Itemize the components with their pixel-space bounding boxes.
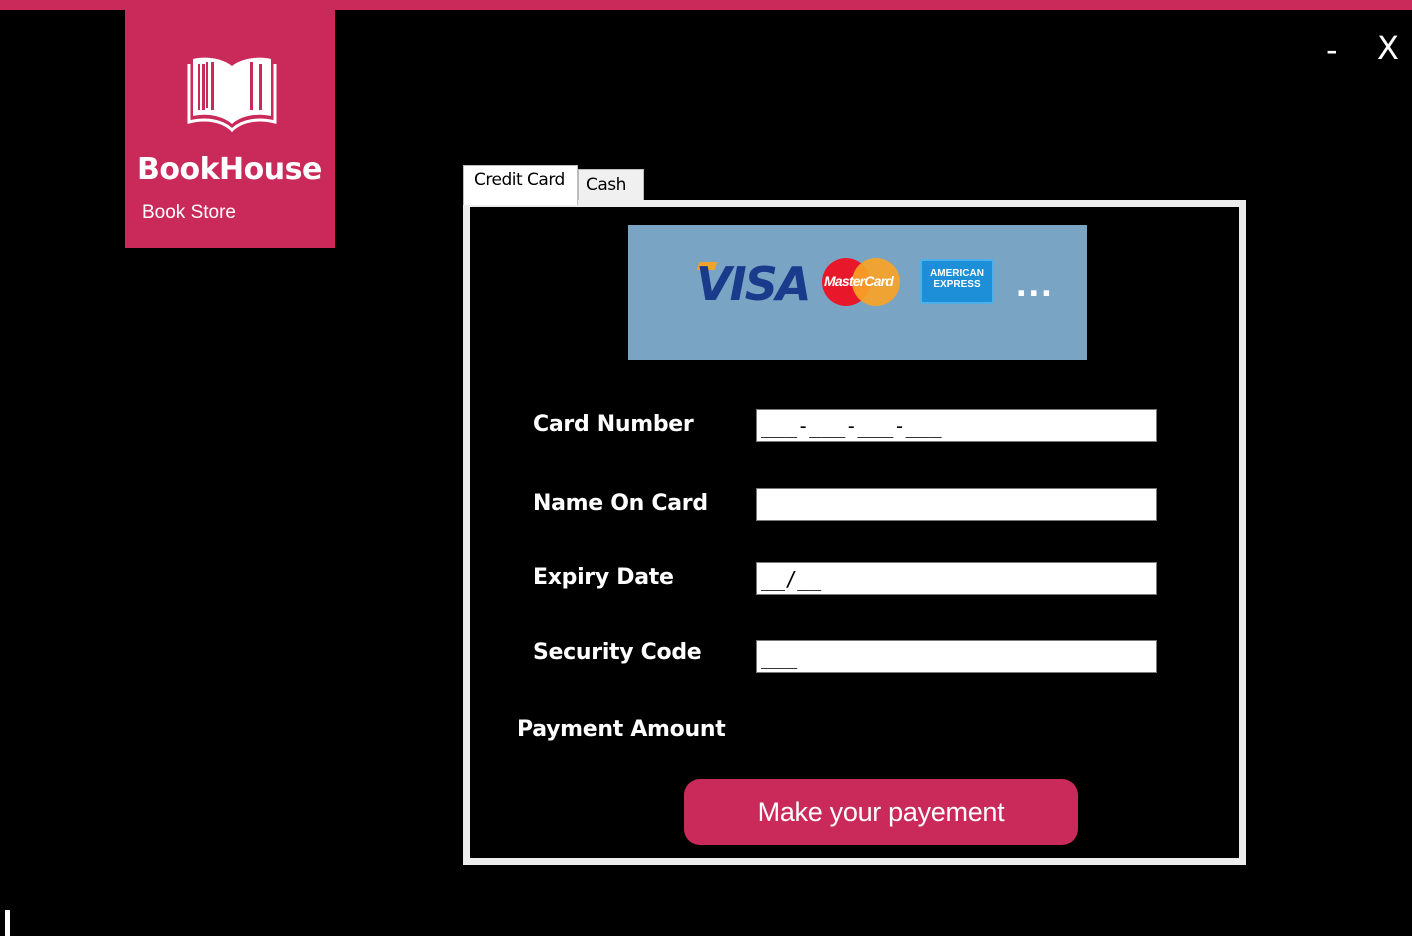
payment-amount-label: Payment Amount — [517, 717, 726, 742]
close-button[interactable]: X — [1377, 32, 1399, 64]
amex-logo: AMERICAN EXPRESS — [920, 259, 994, 304]
brand-logo-panel: BookHouse Book Store — [125, 0, 335, 248]
more-cards-icon: ... — [1016, 263, 1054, 305]
security-code-input[interactable] — [756, 640, 1157, 673]
security-code-label: Security Code — [533, 640, 702, 665]
tab-cash[interactable]: Cash — [578, 169, 644, 202]
card-number-label: Card Number — [533, 412, 694, 437]
card-logos-banner: VISA MasterCard AMERICAN EXPRESS ... — [628, 225, 1087, 360]
text-cursor-mark — [5, 910, 10, 936]
card-number-input[interactable] — [756, 409, 1157, 442]
expiry-date-label: Expiry Date — [533, 565, 674, 590]
brand-subtitle: Book Store — [142, 202, 236, 223]
minimize-button[interactable]: - — [1326, 34, 1338, 66]
expiry-date-input[interactable] — [756, 562, 1157, 595]
mastercard-logo: MasterCard — [822, 258, 900, 306]
mastercard-text: MasterCard — [824, 273, 894, 289]
visa-logo: VISA — [696, 257, 811, 311]
amex-text: AMERICAN EXPRESS — [930, 268, 984, 290]
make-payment-button[interactable]: Make your payement — [684, 779, 1078, 845]
open-book-icon — [187, 57, 277, 132]
name-on-card-input[interactable] — [756, 488, 1157, 521]
tab-credit-card[interactable]: Credit Card — [463, 165, 578, 205]
name-on-card-label: Name On Card — [533, 491, 708, 516]
brand-name: BookHouse — [137, 152, 322, 187]
